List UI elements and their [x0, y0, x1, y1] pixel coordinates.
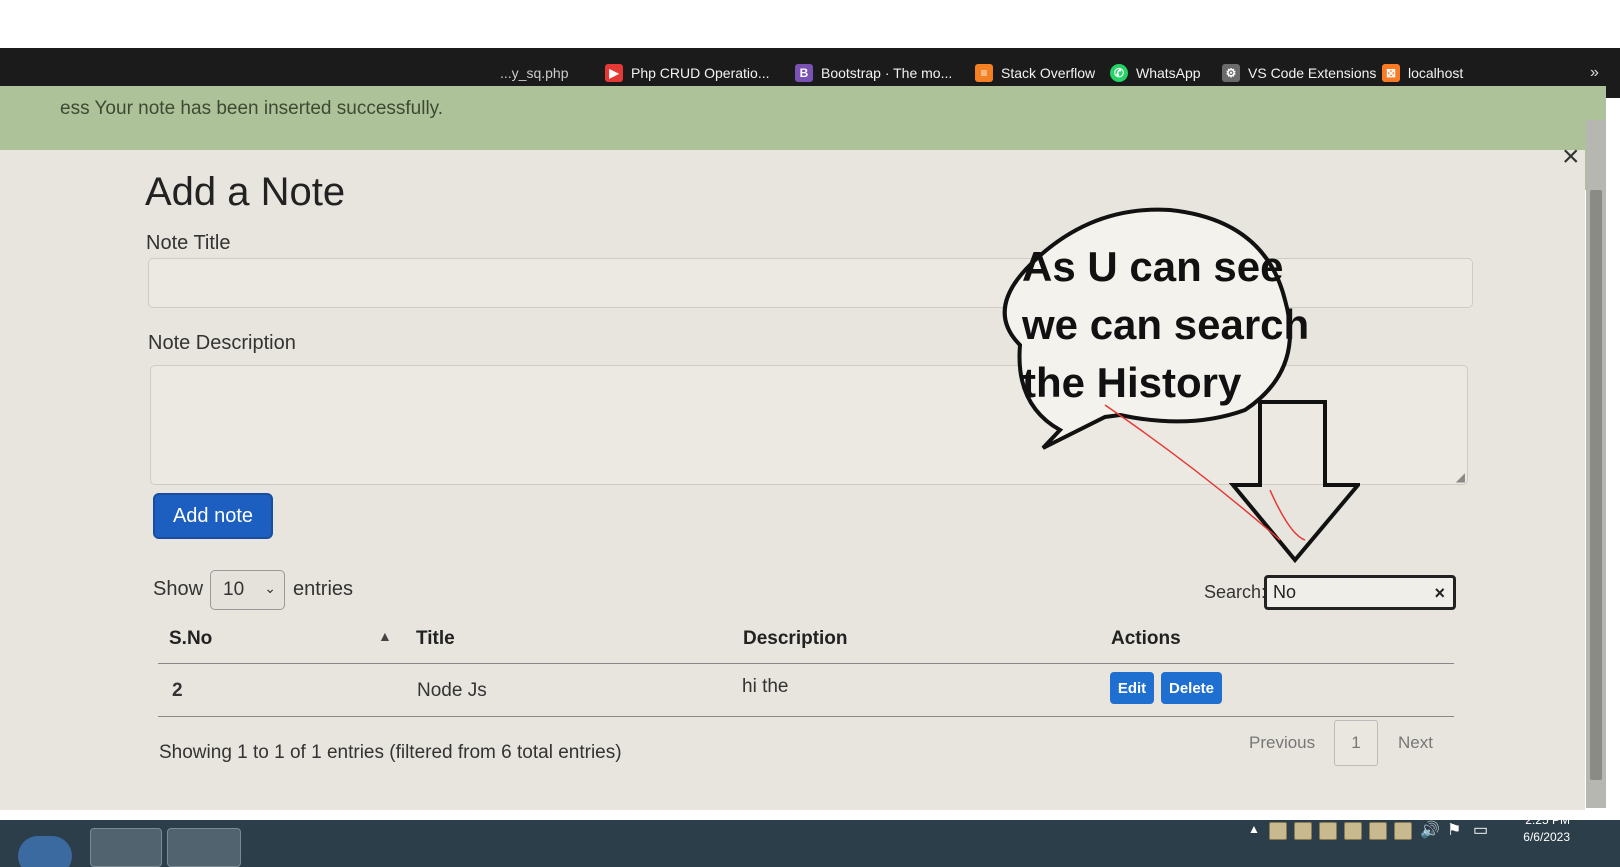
next-page-button[interactable]: Next — [1398, 733, 1433, 753]
edit-button[interactable]: Edit — [1110, 672, 1154, 704]
bookmark-label: localhost — [1408, 65, 1464, 81]
callout-text: As U can see we can search the History — [1022, 243, 1310, 406]
add-note-button[interactable]: Add note — [153, 493, 273, 539]
row-divider — [158, 716, 1454, 717]
alert-close-icon[interactable]: × — [1562, 140, 1580, 174]
note-title-label: Note Title — [146, 232, 231, 254]
bookmark-label: Php CRUD Operatio... — [631, 65, 770, 81]
down-arrow-annotation — [1228, 400, 1360, 564]
page-length-select[interactable]: 10 ⌄ — [210, 570, 285, 610]
red-annotation-line — [1104, 404, 1281, 541]
page-length-value: 10 — [223, 579, 245, 600]
page-scrollbar[interactable] — [1586, 120, 1606, 808]
cell-title: Node Js — [417, 680, 487, 701]
bookmark-label: VS Code Extensions — [1248, 65, 1377, 81]
alert-message: ess Your note has been inserted successf… — [60, 98, 444, 119]
search-label: Search: — [1204, 582, 1267, 602]
clear-search-icon[interactable]: × — [1434, 583, 1445, 604]
bookmark-label: Stack Overflow — [1001, 65, 1096, 81]
screen: ...y_sq.php ▶ Php CRUD Operatio... B Boo… — [0, 0, 1620, 867]
show-hidden-icons-icon[interactable]: ▲ — [1248, 822, 1260, 836]
xampp-tray-icon[interactable] — [1394, 822, 1412, 840]
scrollbar-thumb[interactable] — [1590, 190, 1602, 780]
extensions-icon: ⚙ — [1222, 64, 1240, 82]
cell-sno: 2 — [172, 680, 183, 701]
search-input-value: No — [1273, 582, 1297, 602]
search-input[interactable]: No × — [1264, 575, 1456, 610]
show-label: Show — [153, 578, 204, 600]
bootstrap-icon: B — [795, 64, 813, 82]
stack-overflow-icon: ≡ — [975, 64, 993, 82]
header-divider — [158, 663, 1454, 664]
bookmark-label: WhatsApp — [1136, 65, 1201, 81]
taskbar-clock[interactable]: 2:25 PM 6/6/2023 — [1500, 812, 1570, 846]
action-center-flag-icon[interactable]: ⚑ — [1447, 820, 1461, 840]
delete-button[interactable]: Delete — [1161, 672, 1222, 704]
column-header-sno[interactable]: S.No — [169, 628, 212, 650]
volume-icon[interactable]: 🔊 — [1420, 820, 1440, 840]
column-header-title[interactable]: Title — [416, 628, 455, 650]
start-button[interactable] — [18, 836, 72, 867]
xampp-icon: ⊠ — [1382, 64, 1400, 82]
chevron-down-icon: ⌄ — [264, 580, 276, 596]
column-header-description[interactable]: Description — [743, 628, 848, 650]
previous-page-button[interactable]: Previous — [1249, 733, 1315, 753]
xampp-tray-icon[interactable] — [1369, 822, 1387, 840]
column-header-actions[interactable]: Actions — [1111, 628, 1181, 650]
sort-ascending-icon[interactable]: ▲ — [378, 628, 392, 644]
clock-time: 2:25 PM — [1525, 813, 1570, 827]
note-description-label: Note Description — [148, 332, 296, 354]
resize-handle-icon[interactable]: ◢ — [1456, 470, 1465, 484]
vscode-taskbar-icon[interactable] — [167, 828, 241, 867]
current-page-button[interactable]: 1 — [1334, 720, 1378, 766]
xampp-tray-icon[interactable] — [1344, 822, 1362, 840]
chrome-taskbar-icon[interactable] — [90, 828, 162, 867]
network-icon[interactable]: ▭ — [1473, 820, 1488, 840]
table-info: Showing 1 to 1 of 1 entries (filtered fr… — [159, 742, 622, 763]
page-title: Add a Note — [145, 170, 346, 214]
xampp-tray-icon[interactable] — [1319, 822, 1337, 840]
entries-label: entries — [293, 578, 354, 600]
red-annotation-tick — [1269, 489, 1306, 541]
xampp-tray-icon[interactable] — [1269, 822, 1287, 840]
youtube-icon: ▶ — [605, 64, 623, 82]
xampp-tray-icon[interactable] — [1294, 822, 1312, 840]
bookmark-label: Bootstrap · The mo... — [821, 65, 953, 81]
clock-date: 6/6/2023 — [1523, 830, 1570, 844]
cell-description: hi the — [742, 676, 789, 697]
whatsapp-icon: ✆ — [1110, 64, 1128, 82]
